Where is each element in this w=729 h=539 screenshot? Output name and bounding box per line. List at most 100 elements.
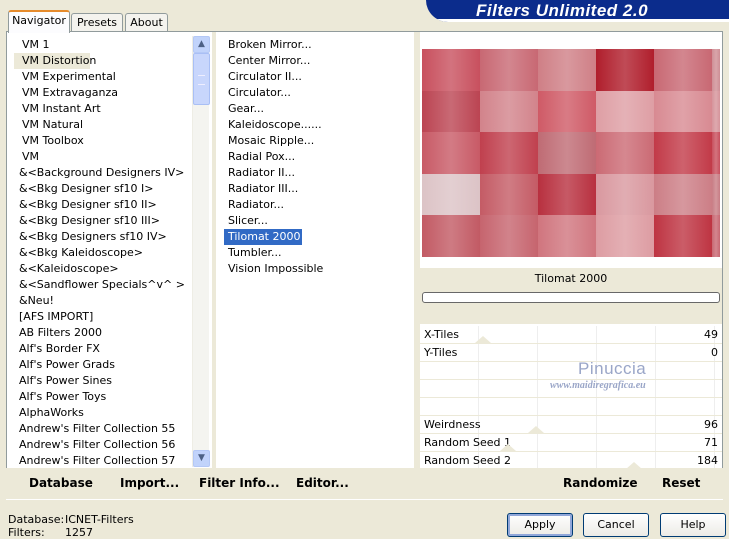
category-item[interactable]: VM Distortion <box>14 53 96 69</box>
database-value: ICNET-Filters <box>65 513 134 526</box>
filters-count-label: Filters: <box>8 526 45 539</box>
preview-tile <box>480 49 538 91</box>
filter-list[interactable]: Broken Mirror... Center Mirror... Circulat… <box>220 36 412 467</box>
category-item[interactable]: AlphaWorks <box>14 405 84 421</box>
preview-tile <box>480 173 538 216</box>
category-item[interactable]: &Neu! <box>14 293 54 309</box>
param-label: X-Tiles <box>424 328 459 341</box>
category-item[interactable]: Andrew's Filter Collection 55 <box>14 421 175 437</box>
category-item[interactable]: VM Experimental <box>14 69 116 85</box>
filter-item[interactable]: Kaleidoscope...... <box>224 117 322 133</box>
category-item[interactable]: &<Background Designers IV> <box>14 165 184 181</box>
scroll-up-arrow-icon[interactable]: ▲ <box>193 36 210 53</box>
category-item[interactable]: Alf's Border FX <box>14 341 100 357</box>
filter-item[interactable]: Slicer... <box>224 213 268 229</box>
param-slider-row[interactable]: X-Tiles 49 <box>420 326 722 344</box>
category-item[interactable]: &<Sandflower Specials^v^ > <box>14 277 185 293</box>
category-item[interactable]: VM Instant Art <box>14 101 101 117</box>
category-scrollbar[interactable]: ▲ ▼ <box>192 36 210 467</box>
slider-ticks <box>420 344 722 361</box>
preview-tile <box>712 90 720 133</box>
category-item[interactable]: Alf's Power Grads <box>14 357 115 373</box>
filter-item[interactable]: Vision Impossible <box>224 261 323 277</box>
category-item[interactable]: Andrew's Filter Collection 56 <box>14 437 175 453</box>
param-label: Random Seed 1 <box>424 436 512 449</box>
filter-item[interactable]: Center Mirror... <box>224 53 310 69</box>
category-item[interactable]: &<Kaleidoscope> <box>14 261 119 277</box>
category-item[interactable]: &<Bkg Designer sf10 III> <box>14 213 160 229</box>
database-button[interactable]: Database <box>29 476 93 490</box>
category-item[interactable]: VM 1 <box>14 37 50 53</box>
preview-tile <box>712 49 720 91</box>
preview-tile <box>596 132 654 174</box>
filter-item[interactable]: Radiator II... <box>224 165 295 181</box>
editor-button[interactable]: Editor... <box>296 476 349 490</box>
preview-tile <box>422 132 480 174</box>
filter-item[interactable]: Broken Mirror... <box>224 37 312 53</box>
preview-tile <box>654 173 712 216</box>
current-filter-name: Tilomat 2000 <box>534 272 608 285</box>
cancel-button[interactable]: Cancel <box>583 513 649 537</box>
import-button[interactable]: Import... <box>120 476 179 490</box>
param-value: 71 <box>704 436 718 449</box>
category-item[interactable]: VM Toolbox <box>14 133 84 149</box>
title-banner: Filters Unlimited 2.0 <box>426 0 729 22</box>
category-item[interactable]: Alf's Power Toys <box>14 389 106 405</box>
param-slider-row[interactable]: Random Seed 1 71 <box>420 434 722 452</box>
category-item[interactable]: &<Bkg Designer sf10 I> <box>14 181 154 197</box>
slider-thumb-icon[interactable] <box>475 336 491 343</box>
preview-tile <box>596 173 654 216</box>
preview-tile <box>654 49 712 91</box>
preview-tile <box>538 90 596 133</box>
tab-presets[interactable]: Presets <box>71 13 123 32</box>
tab-navigator[interactable]: Navigator <box>8 10 70 33</box>
category-item[interactable]: VM Natural <box>14 117 83 133</box>
preview-tile <box>654 90 712 133</box>
preview-tile <box>712 132 720 174</box>
preview-tile <box>480 215 538 257</box>
filter-item[interactable]: Radiator III... <box>224 181 298 197</box>
filter-item[interactable]: Tumbler... <box>224 245 282 261</box>
filter-item[interactable]: Radiator... <box>224 197 284 213</box>
preview-tile <box>712 173 720 216</box>
filter-info-button[interactable]: Filter Info... <box>199 476 280 490</box>
preview-tile <box>712 215 720 257</box>
category-item[interactable]: VM Extravaganza <box>14 85 118 101</box>
filter-item[interactable]: Tilomat 2000 <box>224 229 303 245</box>
randomize-button[interactable]: Randomize <box>563 476 637 490</box>
param-label: Random Seed 2 <box>424 454 512 467</box>
preview-tile <box>654 132 712 174</box>
param-label: Weirdness <box>424 418 481 431</box>
preview-tile <box>480 132 538 174</box>
filter-item[interactable]: Radial Pox... <box>224 149 295 165</box>
help-button[interactable]: Help <box>660 513 726 537</box>
category-item[interactable]: &<Bkg Designers sf10 IV> <box>14 229 167 245</box>
preview-tile <box>480 90 538 133</box>
scroll-down-arrow-icon[interactable]: ▼ <box>193 450 210 467</box>
category-item[interactable]: &<Bkg Kaleidoscope> <box>14 245 143 261</box>
slider-thumb-icon[interactable] <box>528 426 544 433</box>
param-value: 0 <box>711 346 718 359</box>
param-slider-row <box>420 362 722 380</box>
category-item[interactable]: [AFS IMPORT] <box>14 309 93 325</box>
scroll-thumb[interactable] <box>193 53 210 105</box>
category-item[interactable]: VM <box>14 149 39 165</box>
database-label: Database: <box>8 513 65 526</box>
category-list[interactable]: VM 1 VM Distortion VM Experimental VM Extra… <box>14 36 192 467</box>
param-slider-row <box>420 398 722 416</box>
param-value: 96 <box>704 418 718 431</box>
category-item[interactable]: Andrew's Filter Collection 57 <box>14 453 175 467</box>
category-item[interactable]: AB Filters 2000 <box>14 325 102 341</box>
reset-button[interactable]: Reset <box>662 476 700 490</box>
filter-item[interactable]: Circulator II... <box>224 69 302 85</box>
param-slider-row[interactable]: Weirdness 96 <box>420 416 722 434</box>
slider-thumb-icon[interactable] <box>500 444 516 451</box>
filter-item[interactable]: Mosaic Ripple... <box>224 133 314 149</box>
filter-item[interactable]: Gear... <box>224 101 264 117</box>
tab-about[interactable]: About <box>125 13 168 32</box>
category-item[interactable]: &<Bkg Designer sf10 II> <box>14 197 157 213</box>
apply-button[interactable]: Apply <box>507 513 573 537</box>
category-item[interactable]: Alf's Power Sines <box>14 373 112 389</box>
param-slider-row[interactable]: Y-Tiles 0 <box>420 344 722 362</box>
filter-item[interactable]: Circulator... <box>224 85 291 101</box>
